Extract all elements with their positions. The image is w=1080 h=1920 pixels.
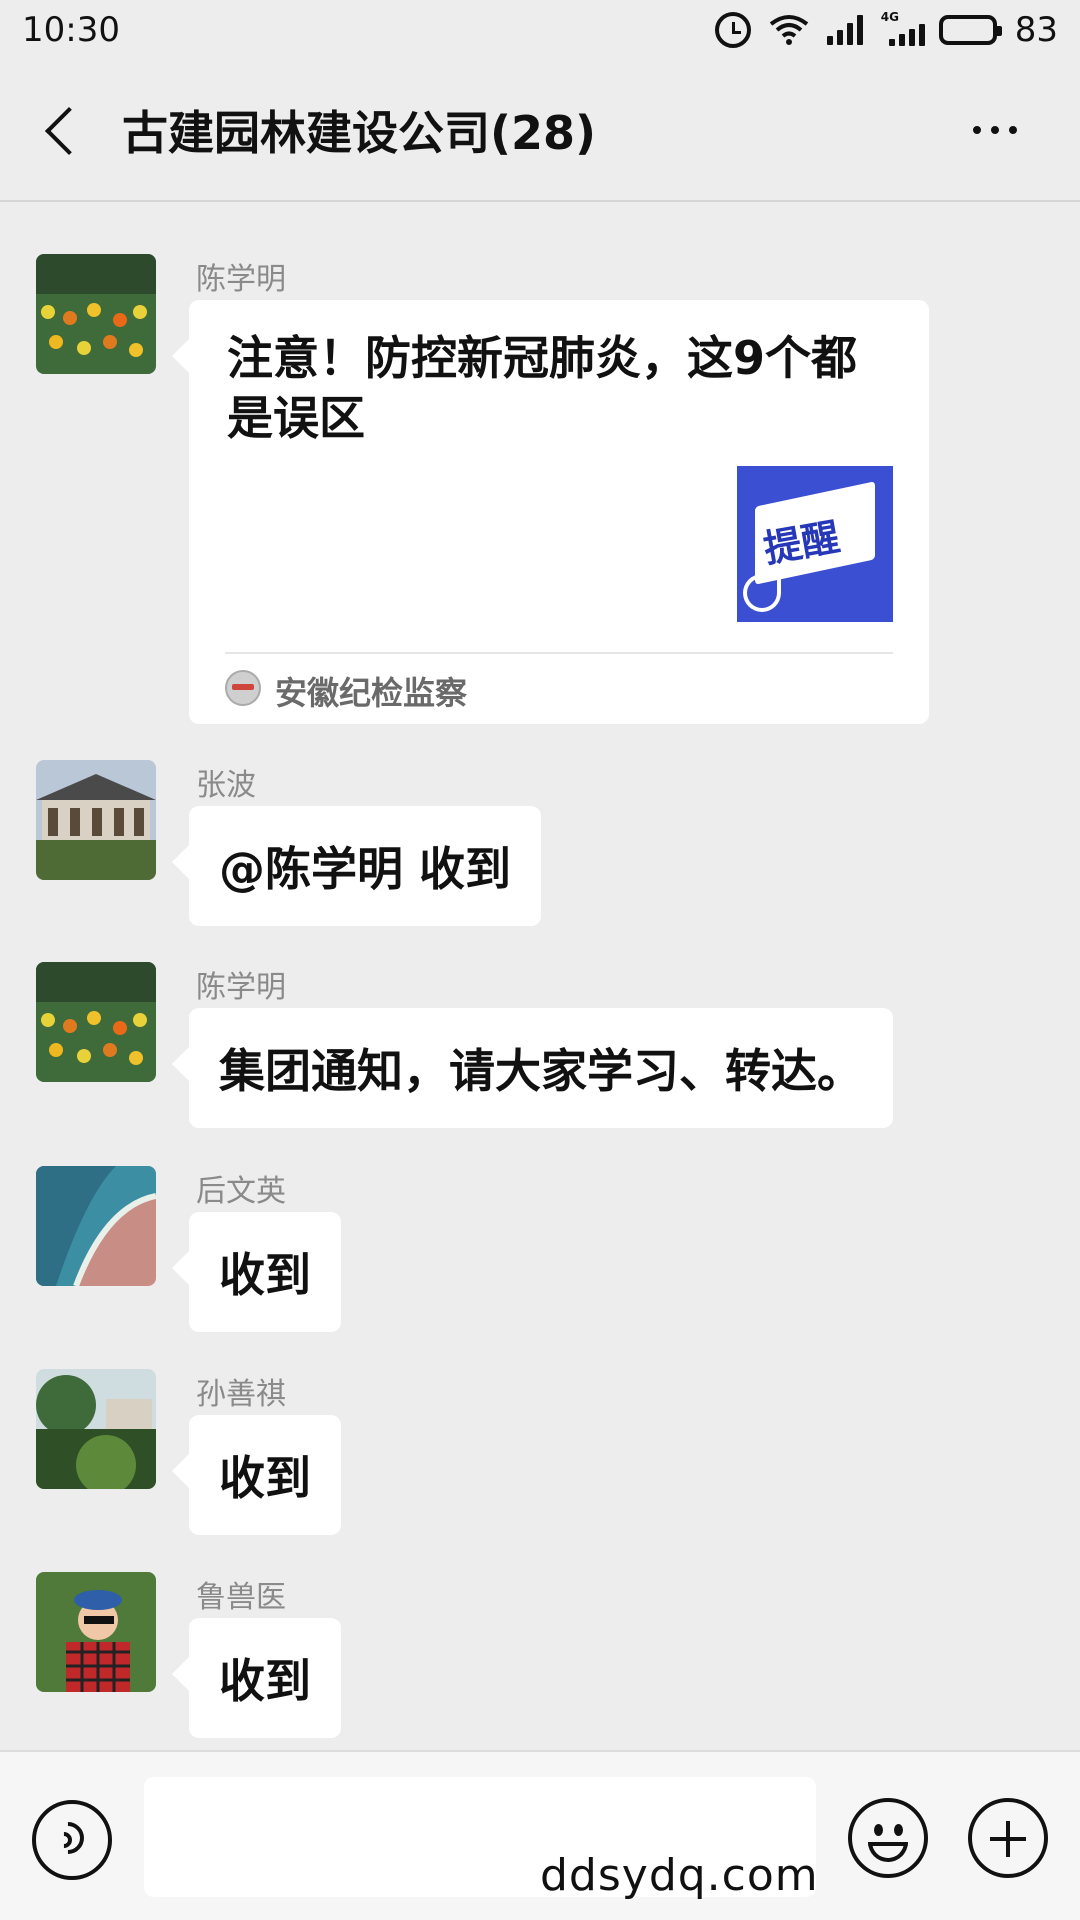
link-card-source: 安徽纪检监察 (275, 674, 468, 712)
sender-name: 张波 (196, 768, 256, 803)
wechat-chat-screen: 10:30 4G 83 古建园林建设公司(28) 陈学明 注意！防控新冠肺炎，这… (0, 0, 1080, 1920)
avatar[interactable] (36, 962, 156, 1082)
sender-name: 后文英 (196, 1174, 286, 1209)
network-label: 4G (880, 10, 899, 24)
message-bubble[interactable]: @陈学明 收到 (189, 806, 542, 926)
watermark: ddsydq.com (540, 1850, 819, 1901)
avatar[interactable] (36, 760, 156, 880)
sender-name: 孙善祺 (196, 1377, 286, 1412)
source-logo-icon (225, 670, 261, 706)
message-bubble[interactable]: 收到 (189, 1212, 341, 1332)
wifi-icon (769, 15, 808, 45)
status-time: 10:30 (22, 10, 120, 50)
emoji-button[interactable] (848, 1798, 928, 1878)
avatar[interactable] (36, 1369, 156, 1489)
more-button[interactable] (950, 100, 1040, 160)
divider (225, 652, 893, 654)
signal-4g-icon: 4G (881, 10, 925, 46)
megaphone-icon (743, 574, 781, 612)
add-button[interactable] (968, 1798, 1048, 1878)
sender-name: 陈学明 (196, 262, 286, 297)
sender-name: 陈学明 (196, 970, 286, 1005)
avatar[interactable] (36, 254, 156, 374)
emoji-icon (874, 1824, 883, 1836)
back-button[interactable] (30, 90, 110, 170)
sender-name: 鲁兽医 (196, 1580, 286, 1615)
status-bar: 10:30 4G 83 (0, 0, 1080, 60)
voice-button[interactable] (32, 1800, 112, 1880)
link-card-title: 注意！防控新冠肺炎，这9个都是误区 (227, 331, 858, 445)
link-card-thumbnail: 提醒 (737, 466, 893, 622)
message-bubble[interactable]: 收到 (189, 1415, 341, 1535)
signal-icon (826, 15, 863, 45)
link-card[interactable]: 注意！防控新冠肺炎，这9个都是误区 提醒 安徽纪检监察 (189, 300, 929, 724)
avatar[interactable] (36, 1166, 156, 1286)
title-bar: 古建园林建设公司(28) (0, 60, 1080, 202)
alarm-icon (714, 12, 751, 48)
message-bubble[interactable]: 收到 (189, 1618, 341, 1738)
battery-icon (938, 15, 1002, 45)
chat-title: 古建园林建设公司(28) (122, 106, 597, 160)
battery-percent: 83 (1014, 10, 1058, 50)
avatar[interactable] (36, 1572, 156, 1692)
status-icons: 4G 83 (714, 10, 1058, 50)
more-dots-icon (973, 126, 981, 134)
message-bubble[interactable]: 集团通知，请大家学习、转达。 (189, 1008, 893, 1128)
